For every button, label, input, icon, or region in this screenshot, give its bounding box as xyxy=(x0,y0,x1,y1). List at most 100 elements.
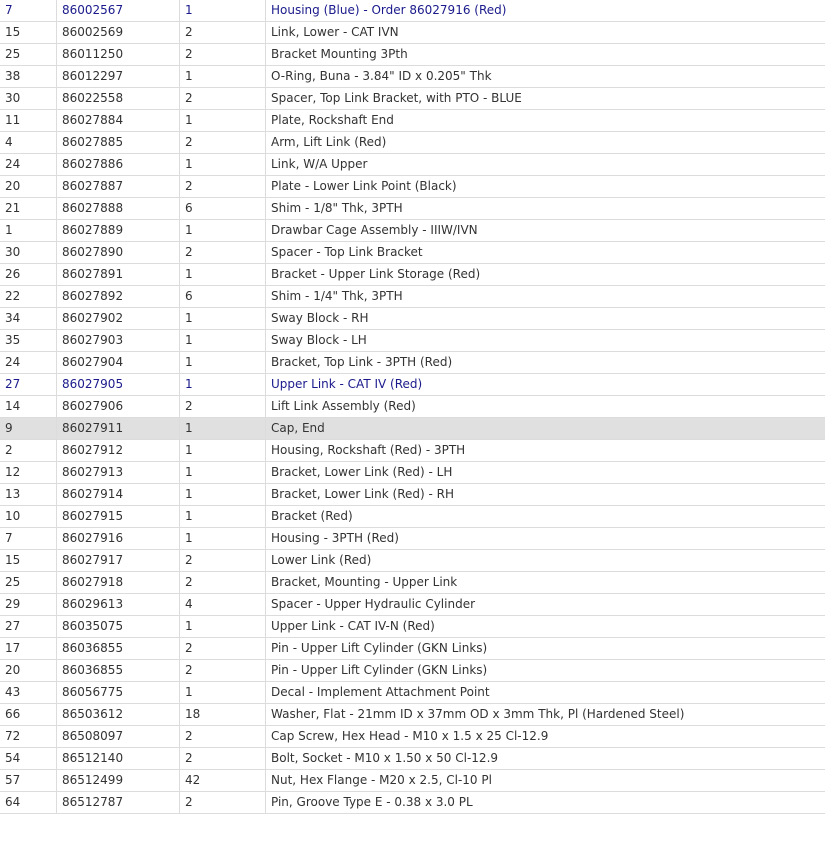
table-row[interactable]: 22 86027892 6 Shim - 1/4" Thk, 3PTH xyxy=(0,285,825,308)
part-number-cell: 86027917 xyxy=(56,549,180,572)
table-row[interactable]: 15 86027917 2 Lower Link (Red) xyxy=(0,549,825,572)
description-cell: Shim - 1/8" Thk, 3PTH xyxy=(265,197,825,220)
table-row[interactable]: 20 86036855 2 Pin - Upper Lift Cylinder (GK… xyxy=(0,659,825,682)
description-cell: Plate - Lower Link Point (Black) xyxy=(265,175,825,198)
table-row[interactable]: 24 86027904 1 Bracket, Top Link - 3PTH (Red… xyxy=(0,351,825,374)
part-number-cell: 86512499 xyxy=(56,769,180,792)
part-number-cell: 86012297 xyxy=(56,65,180,88)
description-cell: Bracket - Upper Link Storage (Red) xyxy=(265,263,825,286)
description-cell: Cap, End xyxy=(265,417,825,440)
table-row[interactable]: 43 86056775 1 Decal - Implement Attachment … xyxy=(0,681,825,704)
table-row[interactable]: 27 86035075 1 Upper Link - CAT IV-N (Red) xyxy=(0,615,825,638)
ref-number-cell: 30 xyxy=(0,87,57,110)
part-number-cell: 86022558 xyxy=(56,87,180,110)
quantity-cell: 42 xyxy=(179,769,266,792)
table-row[interactable]: 24 86027886 1 Link, W/A Upper xyxy=(0,153,825,176)
part-number-cell: 86002569 xyxy=(56,21,180,44)
ref-number-cell: 57 xyxy=(0,769,57,792)
table-row[interactable]: 7 86027916 1 Housing - 3PTH (Red) xyxy=(0,527,825,550)
quantity-cell: 1 xyxy=(179,527,266,550)
part-number-cell: 86027890 xyxy=(56,241,180,264)
ref-number-cell: 24 xyxy=(0,153,57,176)
table-row[interactable]: 4 86027885 2 Arm, Lift Link (Red) xyxy=(0,131,825,154)
table-row[interactable]: 25 86011250 2 Bracket Mounting 3Pth xyxy=(0,43,825,66)
quantity-cell: 2 xyxy=(179,43,266,66)
description-cell: O-Ring, Buna - 3.84" ID x 0.205" Thk xyxy=(265,65,825,88)
description-cell: Housing, Rockshaft (Red) - 3PTH xyxy=(265,439,825,462)
quantity-cell: 2 xyxy=(179,637,266,660)
part-number-cell: 86027911 xyxy=(56,417,180,440)
part-number-cell: 86002567 xyxy=(56,0,180,22)
part-number-cell: 86027892 xyxy=(56,285,180,308)
quantity-cell: 2 xyxy=(179,659,266,682)
table-row[interactable]: 13 86027914 1 Bracket, Lower Link (Red) - R… xyxy=(0,483,825,506)
ref-number-cell: 29 xyxy=(0,593,57,616)
description-cell: Housing - 3PTH (Red) xyxy=(265,527,825,550)
table-row[interactable]: 25 86027918 2 Bracket, Mounting - Upper Lin… xyxy=(0,571,825,594)
part-number-cell: 86027889 xyxy=(56,219,180,242)
part-number-cell: 86027912 xyxy=(56,439,180,462)
quantity-cell: 2 xyxy=(179,241,266,264)
quantity-cell: 2 xyxy=(179,725,266,748)
table-row[interactable]: 26 86027891 1 Bracket - Upper Link Storage … xyxy=(0,263,825,286)
table-row[interactable]: 29 86029613 4 Spacer - Upper Hydraulic Cyli… xyxy=(0,593,825,616)
table-row[interactable]: 54 86512140 2 Bolt, Socket - M10 x 1.50 x 5… xyxy=(0,747,825,770)
quantity-cell: 6 xyxy=(179,197,266,220)
part-number-cell: 86029613 xyxy=(56,593,180,616)
quantity-cell: 18 xyxy=(179,703,266,726)
table-row[interactable]: 34 86027902 1 Sway Block - RH xyxy=(0,307,825,330)
table-row[interactable]: 38 86012297 1 O-Ring, Buna - 3.84" ID x 0.2… xyxy=(0,65,825,88)
quantity-cell: 2 xyxy=(179,175,266,198)
table-row[interactable]: 7 86002567 1 Housing (Blue) - Order 8602791… xyxy=(0,0,825,22)
table-row[interactable]: 30 86027890 2 Spacer - Top Link Bracket xyxy=(0,241,825,264)
quantity-cell: 1 xyxy=(179,153,266,176)
quantity-cell: 2 xyxy=(179,131,266,154)
part-number-cell: 86027904 xyxy=(56,351,180,374)
part-number-cell: 86027906 xyxy=(56,395,180,418)
table-row[interactable]: 12 86027913 1 Bracket, Lower Link (Red) - L… xyxy=(0,461,825,484)
description-cell: Cap Screw, Hex Head - M10 x 1.5 x 25 Cl-… xyxy=(265,725,825,748)
part-number-cell: 86036855 xyxy=(56,637,180,660)
quantity-cell: 2 xyxy=(179,549,266,572)
description-cell: Arm, Lift Link (Red) xyxy=(265,131,825,154)
parts-table: 7 86002567 1 Housing (Blue) - Order 8602791… xyxy=(0,0,825,814)
ref-number-cell: 30 xyxy=(0,241,57,264)
quantity-cell: 1 xyxy=(179,109,266,132)
table-row[interactable]: 27 86027905 1 Upper Link - CAT IV (Red) xyxy=(0,373,825,396)
part-number-cell: 86027903 xyxy=(56,329,180,352)
table-row[interactable]: 57 86512499 42 Nut, Hex Flange - M20 x 2.5,… xyxy=(0,769,825,792)
ref-number-cell: 27 xyxy=(0,373,57,396)
quantity-cell: 1 xyxy=(179,307,266,330)
ref-number-cell: 20 xyxy=(0,175,57,198)
table-row[interactable]: 10 86027915 1 Bracket (Red) xyxy=(0,505,825,528)
description-cell: Link, Lower - CAT IVN xyxy=(265,21,825,44)
quantity-cell: 1 xyxy=(179,439,266,462)
table-row[interactable]: 21 86027888 6 Shim - 1/8" Thk, 3PTH xyxy=(0,197,825,220)
quantity-cell: 4 xyxy=(179,593,266,616)
description-cell: Bracket, Top Link - 3PTH (Red) xyxy=(265,351,825,374)
table-row[interactable]: 30 86022558 2 Spacer, Top Link Bracket, wit… xyxy=(0,87,825,110)
part-number-cell: 86027886 xyxy=(56,153,180,176)
table-row[interactable]: 20 86027887 2 Plate - Lower Link Point (Bla… xyxy=(0,175,825,198)
quantity-cell: 6 xyxy=(179,285,266,308)
part-number-cell: 86027905 xyxy=(56,373,180,396)
table-row[interactable]: 35 86027903 1 Sway Block - LH xyxy=(0,329,825,352)
ref-number-cell: 26 xyxy=(0,263,57,286)
ref-number-cell: 43 xyxy=(0,681,57,704)
table-row[interactable]: 64 86512787 2 Pin, Groove Type E - 0.38 x 3… xyxy=(0,791,825,814)
table-row[interactable]: 15 86002569 2 Link, Lower - CAT IVN xyxy=(0,21,825,44)
table-row[interactable]: 9 86027911 1 Cap, End xyxy=(0,417,825,440)
table-row[interactable]: 1 86027889 1 Drawbar Cage Assembly - IIIW/I… xyxy=(0,219,825,242)
table-row[interactable]: 66 86503612 18 Washer, Flat - 21mm ID x 37m… xyxy=(0,703,825,726)
table-row[interactable]: 72 86508097 2 Cap Screw, Hex Head - M10 x 1… xyxy=(0,725,825,748)
ref-number-cell: 22 xyxy=(0,285,57,308)
table-row[interactable]: 17 86036855 2 Pin - Upper Lift Cylinder (GK… xyxy=(0,637,825,660)
ref-number-cell: 25 xyxy=(0,571,57,594)
description-cell: Spacer, Top Link Bracket, with PTO - BLU… xyxy=(265,87,825,110)
table-row[interactable]: 14 86027906 2 Lift Link Assembly (Red) xyxy=(0,395,825,418)
part-number-cell: 86027913 xyxy=(56,461,180,484)
table-row[interactable]: 2 86027912 1 Housing, Rockshaft (Red) - 3PT… xyxy=(0,439,825,462)
ref-number-cell: 13 xyxy=(0,483,57,506)
table-row[interactable]: 11 86027884 1 Plate, Rockshaft End xyxy=(0,109,825,132)
part-number-cell: 86027887 xyxy=(56,175,180,198)
